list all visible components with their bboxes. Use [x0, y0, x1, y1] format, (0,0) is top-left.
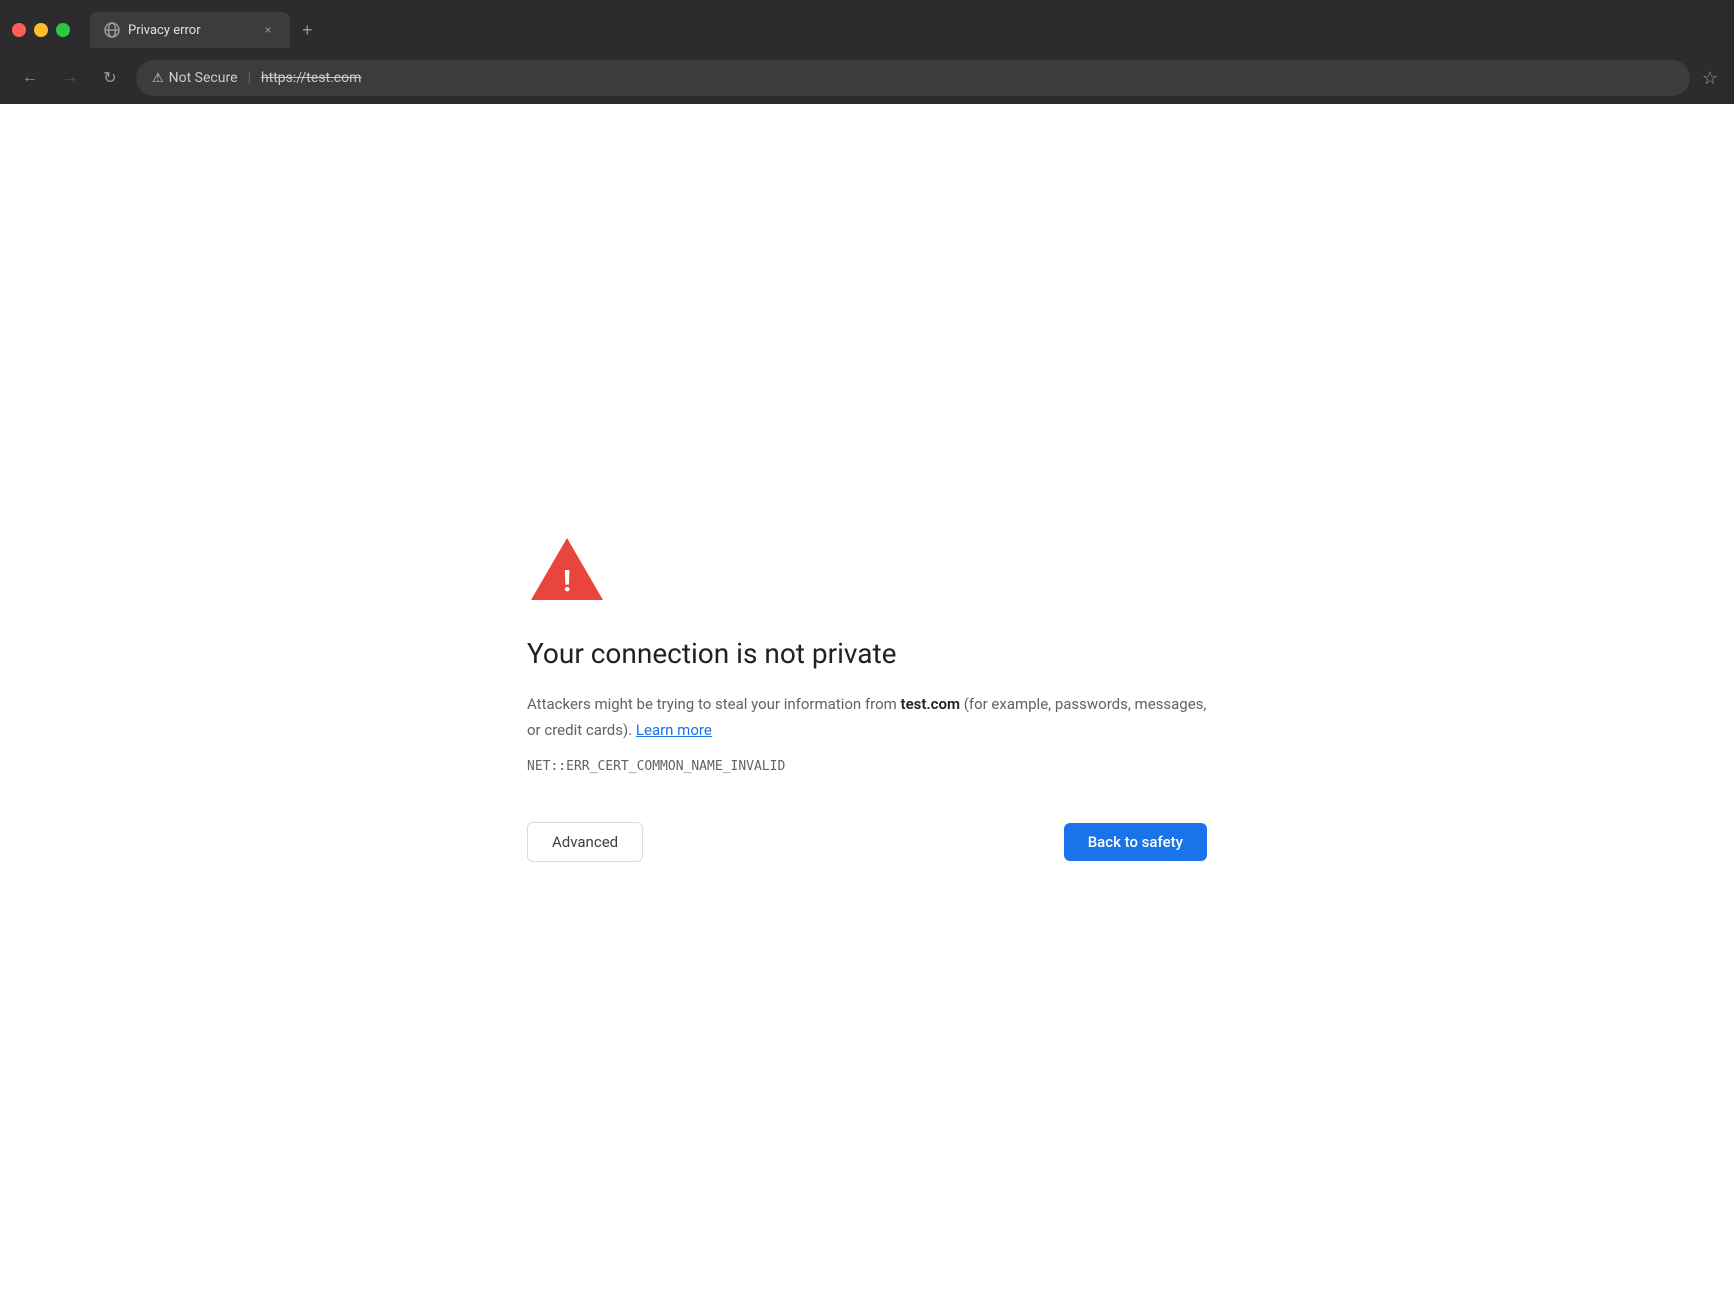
description-prefix: Attackers might be trying to steal your …	[527, 695, 901, 713]
url-bar[interactable]: ⚠ Not Secure | https://test.com	[136, 60, 1690, 96]
error-container: ! Your connection is not private Attacke…	[527, 534, 1207, 862]
minimize-window-button[interactable]	[34, 23, 48, 37]
button-row: Advanced Back to safety	[527, 822, 1207, 862]
forward-button[interactable]: →	[56, 64, 84, 92]
bookmark-button[interactable]: ☆	[1702, 68, 1718, 89]
error-description: Attackers might be trying to steal your …	[527, 692, 1207, 743]
back-button[interactable]: ←	[16, 64, 44, 92]
tab-bar: Privacy error × +	[0, 0, 1734, 52]
error-domain: test.com	[901, 695, 960, 713]
window-controls	[12, 23, 70, 37]
browser-tab[interactable]: Privacy error ×	[90, 12, 290, 48]
back-to-safety-button[interactable]: Back to safety	[1064, 823, 1207, 861]
url-divider: |	[248, 70, 251, 86]
browser-chrome: Privacy error × + ← → ↻ ⚠ Not Secure | h…	[0, 0, 1734, 104]
tab-title: Privacy error	[128, 23, 252, 38]
not-secure-indicator: ⚠ Not Secure	[152, 70, 238, 86]
url-display: https://test.com	[261, 70, 361, 86]
not-secure-text: Not Secure	[169, 70, 238, 86]
learn-more-link[interactable]: Learn more	[636, 721, 712, 739]
error-page: ! Your connection is not private Attacke…	[0, 104, 1734, 1292]
reload-button[interactable]: ↻	[96, 64, 124, 92]
advanced-button[interactable]: Advanced	[527, 822, 643, 862]
warning-triangle-icon: !	[527, 534, 607, 604]
warning-small-icon: ⚠	[152, 71, 164, 86]
address-bar: ← → ↻ ⚠ Not Secure | https://test.com ☆	[0, 52, 1734, 104]
new-tab-button[interactable]: +	[294, 16, 321, 45]
close-window-button[interactable]	[12, 23, 26, 37]
tab-close-button[interactable]: ×	[260, 22, 276, 38]
svg-text:!: !	[563, 564, 571, 599]
maximize-window-button[interactable]	[56, 23, 70, 37]
error-code: NET::ERR_CERT_COMMON_NAME_INVALID	[527, 759, 785, 774]
error-title: Your connection is not private	[527, 636, 897, 672]
tab-favicon-icon	[104, 22, 120, 38]
